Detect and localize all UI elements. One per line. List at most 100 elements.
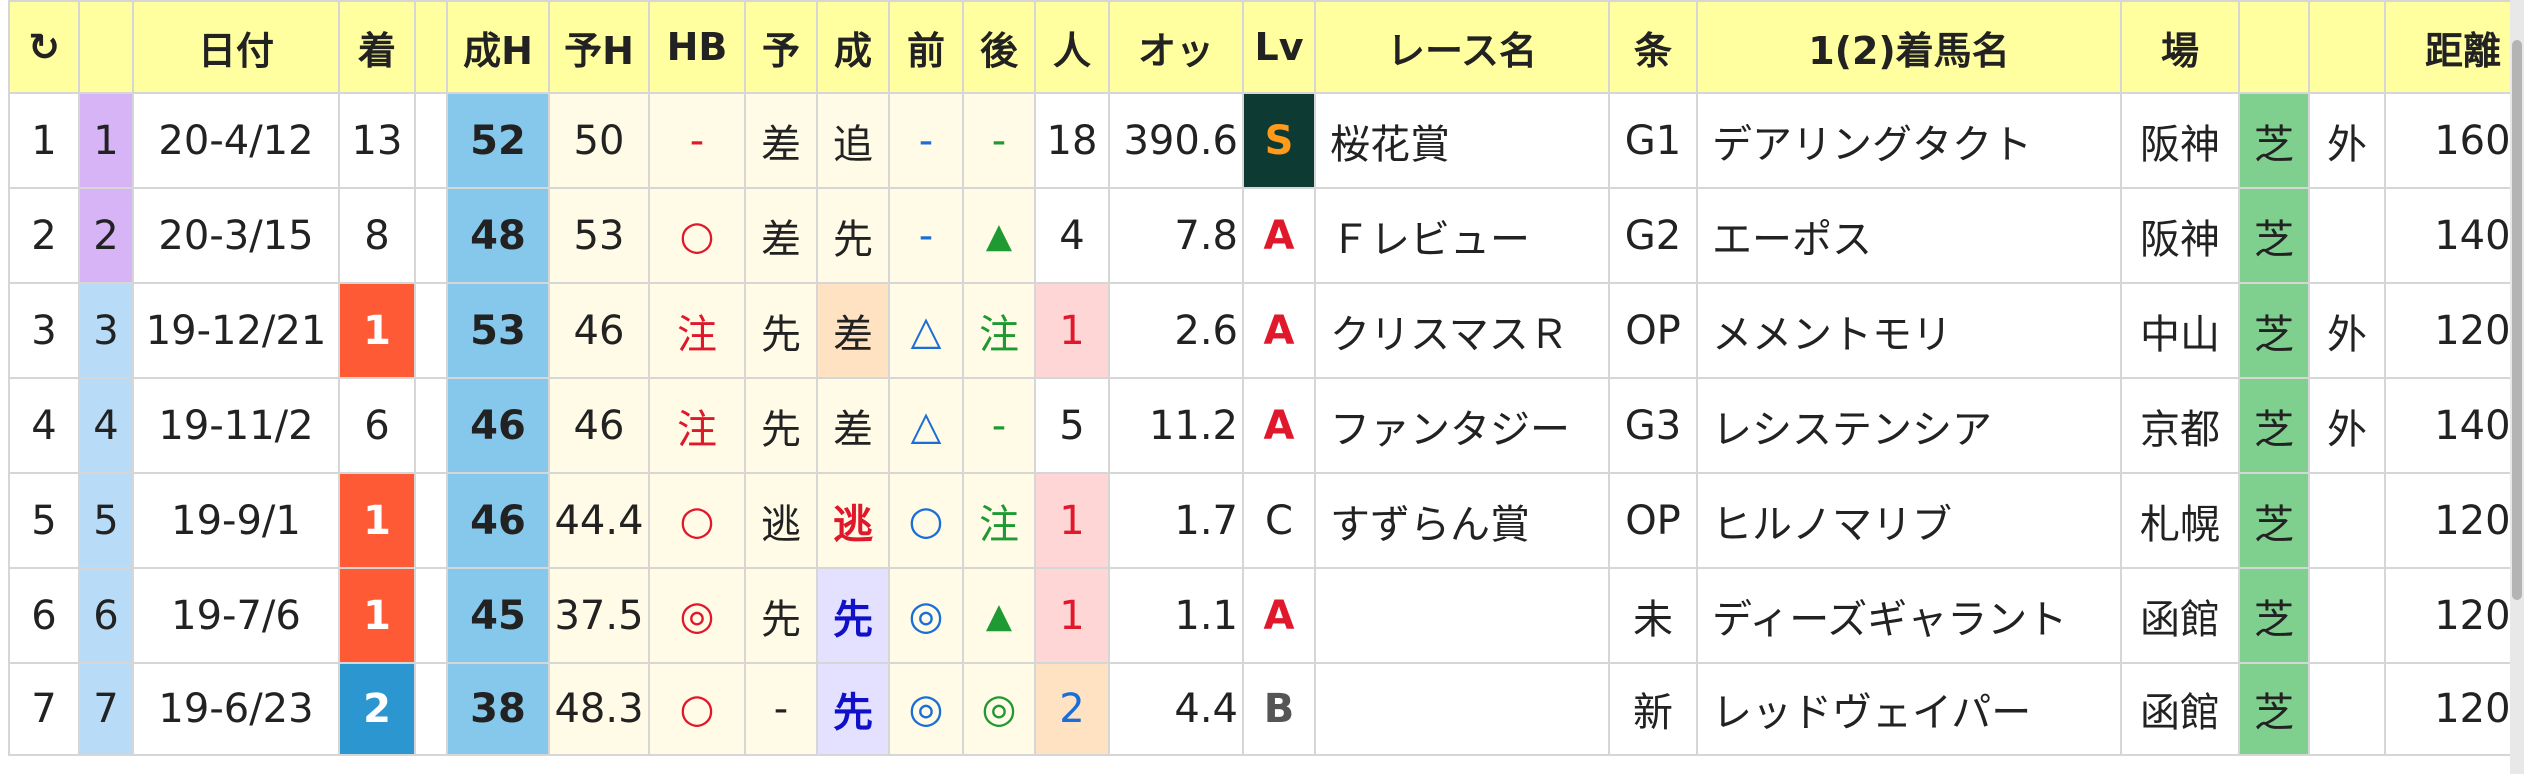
col-finish[interactable]: 着: [338, 0, 416, 94]
col-date[interactable]: 日付: [132, 0, 340, 94]
winner-name[interactable]: レッドヴェイパー: [1696, 662, 2122, 756]
ato-mark: 注: [962, 282, 1036, 379]
ato-mark: -: [962, 92, 1036, 189]
course: 外: [2308, 377, 2386, 474]
table-row[interactable]: 5 5 19-9/1 1 46 44.4 ○ 逃 逃 ○ 注 1 1.7 C す…: [8, 472, 2524, 569]
col-distance[interactable]: 距離: [2384, 0, 2524, 94]
col-winner[interactable]: 1(2)着馬名: [1696, 0, 2122, 94]
race-history-panel: ↻ 日付 着 成H 予H HB 予 成 前 後 人 オッ Lv レース名 条 1…: [8, 0, 2524, 774]
race-date[interactable]: 19-7/6: [132, 567, 340, 664]
race-date[interactable]: 19-11/2: [132, 377, 340, 474]
reload-cell[interactable]: ↻: [8, 0, 80, 94]
sei-style: 差: [816, 377, 890, 474]
col-hb[interactable]: HB: [648, 0, 746, 94]
finish-position: 2: [338, 662, 416, 756]
winner-name[interactable]: メメントモリ: [1696, 282, 2122, 379]
col-sei-h[interactable]: 成H: [446, 0, 550, 94]
sei-h-value: 38: [446, 662, 550, 756]
winner-name[interactable]: エーポス: [1696, 187, 2122, 284]
distance: 1200: [2384, 282, 2524, 379]
surface: 芝: [2238, 472, 2310, 569]
race-name[interactable]: [1314, 567, 1610, 664]
winner-name[interactable]: レシステンシア: [1696, 377, 2122, 474]
yo-h-value: 53: [548, 187, 650, 284]
col-yo-h[interactable]: 予H: [548, 0, 650, 94]
row-index: 2: [8, 187, 80, 284]
yo-h-value: 48.3: [548, 662, 650, 756]
venue: 京都: [2120, 377, 2240, 474]
finish-position: 6: [338, 377, 416, 474]
yo-h-value: 46: [548, 282, 650, 379]
col-odds[interactable]: オッ: [1108, 0, 1244, 94]
col-ato[interactable]: 後: [962, 0, 1036, 94]
yo-style: 先: [744, 567, 818, 664]
winner-name[interactable]: ディーズギャラント: [1696, 567, 2122, 664]
race-name[interactable]: ファンタジー: [1314, 377, 1610, 474]
spacer-cell: [414, 662, 448, 756]
race-date[interactable]: 19-12/21: [132, 282, 340, 379]
col-yo[interactable]: 予: [744, 0, 818, 94]
race-date[interactable]: 19-9/1: [132, 472, 340, 569]
col-jo[interactable]: 条: [1608, 0, 1698, 94]
col-mae[interactable]: 前: [888, 0, 964, 94]
hb-mark: 注: [648, 282, 746, 379]
race-name[interactable]: 桜花賞: [1314, 92, 1610, 189]
yo-h-value: 46: [548, 377, 650, 474]
row-index: 1: [8, 92, 80, 189]
sei-style: 先: [816, 187, 890, 284]
surface: 芝: [2238, 567, 2310, 664]
course: [2308, 472, 2386, 569]
race-grade: 未: [1608, 567, 1698, 664]
surface: 芝: [2238, 377, 2310, 474]
race-date[interactable]: 20-4/12: [132, 92, 340, 189]
col-race-name[interactable]: レース名: [1314, 0, 1610, 94]
venue: 阪神: [2120, 187, 2240, 284]
sei-style: 差: [816, 282, 890, 379]
table-row[interactable]: 2 2 20-3/15 8 48 53 ○ 差 先 - ▲ 4 7.8 A Ｆレ…: [8, 187, 2524, 284]
col-ninki[interactable]: 人: [1034, 0, 1110, 94]
col-venue[interactable]: 場: [2120, 0, 2240, 94]
race-grade: 新: [1608, 662, 1698, 756]
popularity: 4: [1034, 187, 1110, 284]
course: [2308, 187, 2386, 284]
popularity: 1: [1034, 567, 1110, 664]
table-row[interactable]: 3 3 19-12/21 1 53 46 注 先 差 △ 注 1 2.6 A ク…: [8, 282, 2524, 379]
race-history-table: ↻ 日付 着 成H 予H HB 予 成 前 後 人 オッ Lv レース名 条 1…: [8, 0, 2524, 756]
race-name[interactable]: すずらん賞: [1314, 472, 1610, 569]
surface: 芝: [2238, 662, 2310, 756]
yo-h-value: 50: [548, 92, 650, 189]
winner-name[interactable]: ヒルノマリブ: [1696, 472, 2122, 569]
venue: 札幌: [2120, 472, 2240, 569]
popularity: 1: [1034, 472, 1110, 569]
race-date[interactable]: 20-3/15: [132, 187, 340, 284]
spacer-cell: [414, 282, 448, 379]
table-row[interactable]: 1 1 20-4/12 13 52 50 - 差 追 - - 18 390.6 …: [8, 92, 2524, 189]
row-number: 5: [78, 472, 134, 569]
yo-style: 逃: [744, 472, 818, 569]
venue: 函館: [2120, 567, 2240, 664]
winner-name[interactable]: デアリングタクト: [1696, 92, 2122, 189]
race-name[interactable]: Ｆレビュー: [1314, 187, 1610, 284]
level-badge: A: [1242, 282, 1316, 379]
col-lv[interactable]: Lv: [1242, 0, 1316, 94]
venue: 阪神: [2120, 92, 2240, 189]
level-badge: A: [1242, 187, 1316, 284]
table-row[interactable]: 6 6 19-7/6 1 45 37.5 ◎ 先 先 ◎ ▲ 1 1.1 A 未…: [8, 567, 2524, 664]
race-name[interactable]: [1314, 662, 1610, 756]
hb-mark: ○: [648, 662, 746, 756]
ato-mark: ▲: [962, 187, 1036, 284]
race-date[interactable]: 19-6/23: [132, 662, 340, 756]
table-row[interactable]: 7 7 19-6/23 2 38 48.3 ○ - 先 ◎ ◎ 2 4.4 B …: [8, 662, 2524, 756]
table-row[interactable]: 4 4 19-11/2 6 46 46 注 先 差 △ - 5 11.2 A フ…: [8, 377, 2524, 474]
sei-h-value: 46: [446, 377, 550, 474]
spacer-cell: [414, 377, 448, 474]
hb-mark: ◎: [648, 567, 746, 664]
col-sei[interactable]: 成: [816, 0, 890, 94]
scrollbar-thumb[interactable]: [2512, 40, 2522, 600]
reload-icon[interactable]: ↻: [28, 25, 60, 69]
popularity: 2: [1034, 662, 1110, 756]
hb-mark: ○: [648, 472, 746, 569]
mae-mark: -: [888, 187, 964, 284]
race-name[interactable]: クリスマスＲ: [1314, 282, 1610, 379]
vertical-scrollbar[interactable]: [2510, 0, 2524, 774]
